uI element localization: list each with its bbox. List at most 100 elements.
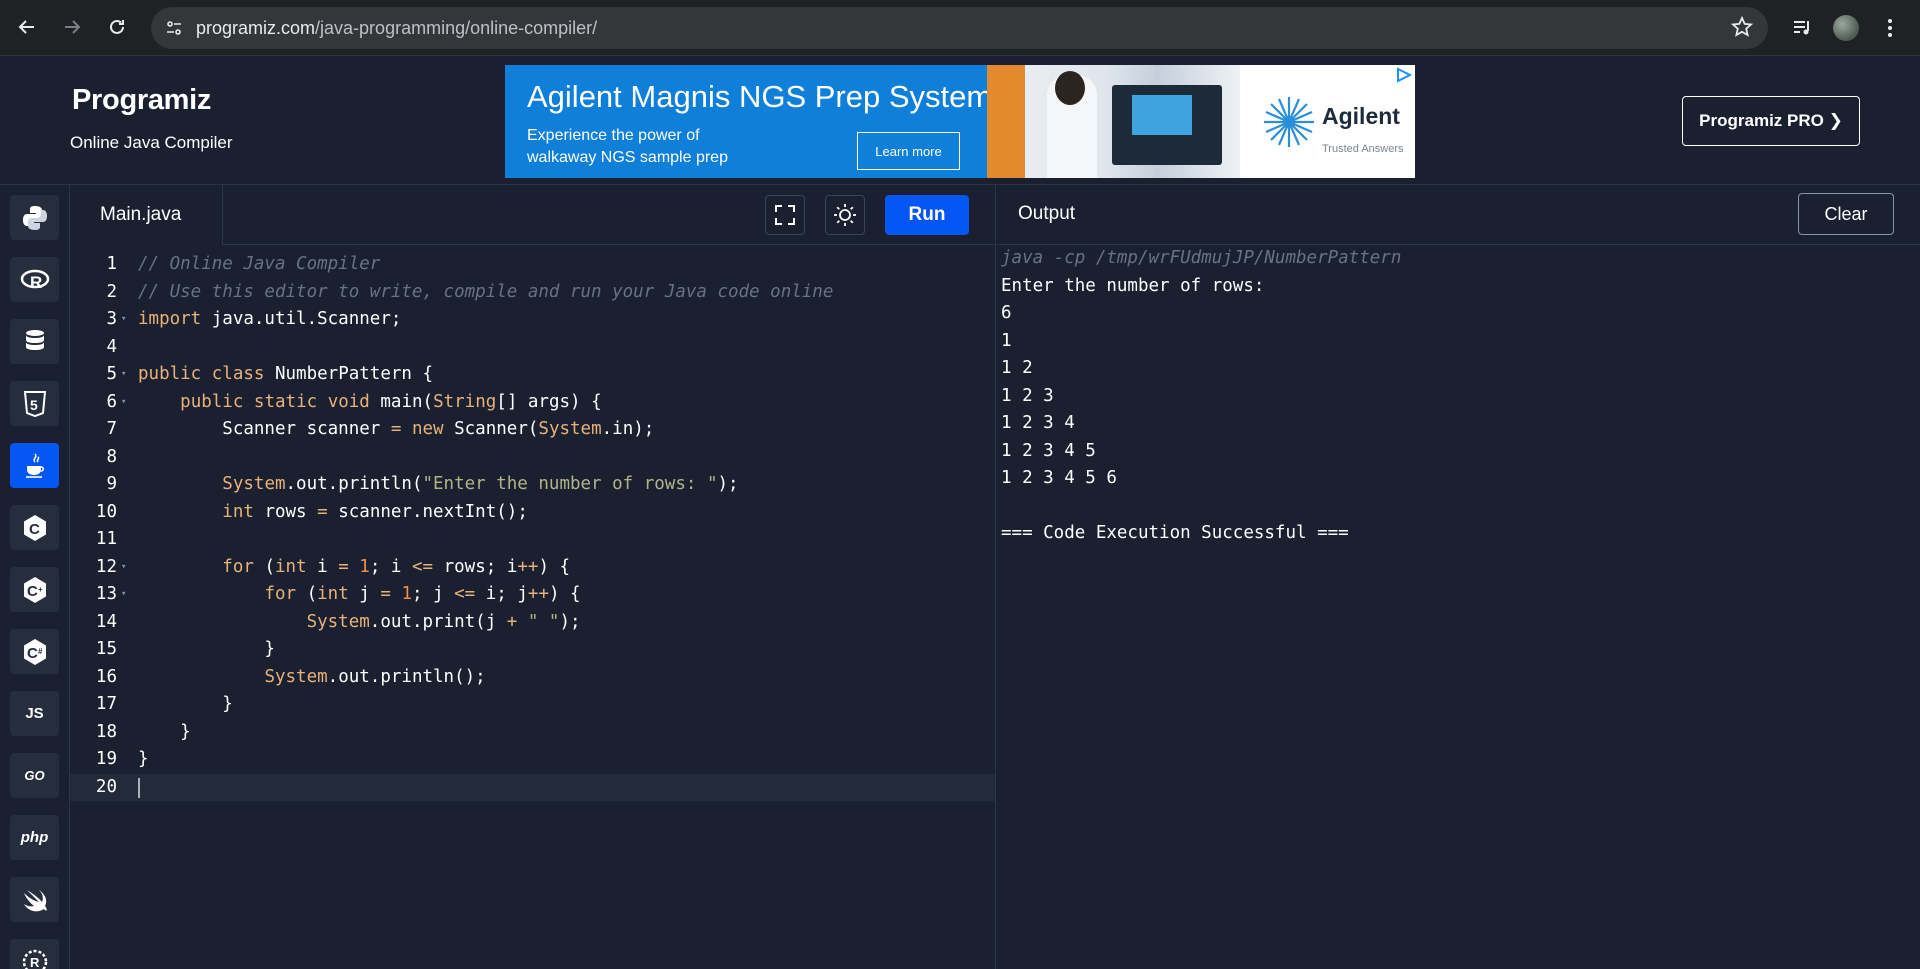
code-line[interactable]: 13 ▾ for (int j = 1; j <= i; j++) { (70, 581, 995, 609)
code-token: rows; i (433, 556, 518, 577)
run-button[interactable]: Run (885, 195, 969, 235)
arrow-left-icon (18, 20, 34, 34)
php-language-button[interactable]: php (10, 815, 59, 860)
fold-toggle-icon[interactable]: ▾ (121, 361, 126, 389)
forward-button[interactable] (55, 10, 89, 44)
advertisement-banner[interactable]: Agilent Magnis NGS Prep System Experienc… (505, 65, 1415, 178)
browser-toolbar: programiz.com/java-programming/online-co… (0, 0, 1920, 56)
clear-button[interactable]: Clear (1798, 193, 1894, 235)
code-line[interactable]: 14 System.out.print(j + " "); (70, 609, 995, 637)
bookmark-star-icon[interactable] (1730, 15, 1754, 44)
line-number: 2 (106, 281, 117, 302)
fold-toggle-icon[interactable]: ▾ (121, 306, 126, 334)
fullscreen-button[interactable] (765, 195, 805, 235)
code-token: .in); (601, 419, 655, 439)
java-language-button[interactable] (10, 443, 59, 488)
cpp-language-button[interactable]: C + (10, 567, 59, 612)
go-language-button[interactable]: GO (10, 753, 59, 798)
code-token: new (411, 419, 444, 439)
code-line[interactable]: 8 (70, 444, 995, 472)
tab-main-java[interactable]: Main.java (70, 185, 223, 246)
python-language-button[interactable] (10, 195, 59, 240)
code-token: public (180, 391, 244, 412)
swift-icon (23, 889, 47, 911)
csharp-language-button[interactable]: C # (10, 629, 59, 674)
code-token: .out.println( (285, 474, 423, 494)
site-info-icon[interactable] (157, 11, 191, 45)
output-line: 1 2 3 4 5 (1001, 440, 1096, 461)
code-token: ( (253, 556, 275, 577)
sun-icon (834, 204, 856, 226)
media-control-icon[interactable] (1785, 11, 1819, 45)
code-token: .out.print(j (369, 611, 507, 632)
ad-description: Experience the power of walkaway NGS sam… (527, 125, 767, 169)
code-line[interactable]: 10 int rows = scanner.nextInt(); (70, 499, 995, 527)
programiz-pro-button[interactable]: Programiz PRO ❯ (1682, 96, 1860, 146)
ad-photo-screen (1132, 95, 1192, 135)
code-line[interactable]: 3 ▾ import java.util.Scanner; (70, 306, 995, 334)
rust-language-button[interactable]: R (10, 939, 59, 969)
code-token: j (348, 584, 381, 604)
code-token: scanner.nextInt(); (327, 501, 528, 522)
fold-toggle-icon[interactable]: ▾ (121, 389, 126, 417)
code-token: int (222, 501, 254, 522)
code-line[interactable]: 18 } (70, 719, 995, 747)
r-language-button[interactable]: R (10, 257, 59, 302)
code-token: <= (454, 584, 476, 604)
code-line[interactable]: 15 } (70, 636, 995, 664)
fold-toggle-icon[interactable]: ▾ (121, 554, 126, 582)
browser-menu-icon[interactable] (1873, 11, 1907, 45)
ad-learn-more-button[interactable]: Learn more (857, 132, 960, 170)
code-text: System.out.println(); (138, 664, 485, 692)
php-label: php (20, 829, 49, 846)
profile-avatar[interactable] (1829, 11, 1863, 45)
code-token: ; j (411, 584, 455, 604)
javascript-language-button[interactable]: JS (10, 691, 59, 736)
line-number: 16 (95, 666, 117, 687)
code-line[interactable]: 1 // Online Java Compiler (70, 251, 995, 279)
output-line: 1 (1001, 330, 1012, 351)
code-line[interactable]: 19} (70, 746, 995, 774)
theme-toggle-button[interactable] (825, 195, 865, 235)
adchoices-icon (1397, 67, 1413, 83)
code-token: // Use this editor to write, compile and… (138, 281, 834, 302)
code-token: [] args) { (496, 391, 602, 412)
code-line[interactable]: 12 ▾ for (int i = 1; i <= rows; i++) { (70, 554, 995, 582)
code-line[interactable]: 20 (70, 773, 995, 801)
reload-button[interactable] (100, 10, 134, 44)
code-line[interactable]: 16 System.out.println(); (70, 664, 995, 692)
back-button[interactable] (10, 10, 44, 44)
code-line[interactable]: 9 System.out.println("Enter the number o… (70, 471, 995, 499)
code-token: + (506, 611, 518, 632)
programiz-logo[interactable]: Programiz (72, 84, 211, 117)
code-line[interactable]: 7 Scanner scanner = new Scanner(System.i… (70, 416, 995, 444)
svg-text:#: # (38, 647, 43, 656)
code-line[interactable]: 5 ▾ public class NumberPattern { (70, 361, 995, 389)
code-line[interactable]: 11 (70, 526, 995, 554)
arrow-right-icon (65, 20, 81, 34)
ad-tagline: Trusted Answers (1322, 143, 1404, 155)
code-token: class (211, 364, 265, 384)
reload-icon (110, 19, 124, 34)
output-console[interactable]: java -cp /tmp/wrFUdmujJP/NumberPattern E… (995, 245, 1920, 969)
rust-language-label: R (30, 955, 40, 969)
c-language-button[interactable]: C (10, 505, 59, 550)
code-line[interactable]: 4 (70, 334, 995, 362)
code-line[interactable]: 2 // Use this editor to write, compile an… (70, 279, 995, 307)
output-line: === Code Execution Successful === (1001, 523, 1349, 543)
address-bar[interactable]: programiz.com/java-programming/online-co… (151, 7, 1768, 49)
sql-language-button[interactable] (10, 319, 59, 364)
code-editor[interactable]: 1 // Online Java Compiler 2 // Use this edi… (70, 245, 995, 969)
swift-language-button[interactable] (10, 877, 59, 922)
code-line[interactable]: 6 ▾ public static void main(String[] args… (70, 389, 995, 417)
line-number: 9 (106, 474, 117, 494)
url-path: /java-programming/online-compiler/ (315, 18, 598, 38)
fold-toggle-icon[interactable]: ▾ (121, 581, 126, 609)
code-token: 1 (401, 584, 412, 604)
code-text: System.out.println("Enter the number of … (138, 471, 738, 499)
html-language-button[interactable]: 5 (10, 381, 59, 426)
code-line[interactable]: 17 } (70, 691, 995, 719)
